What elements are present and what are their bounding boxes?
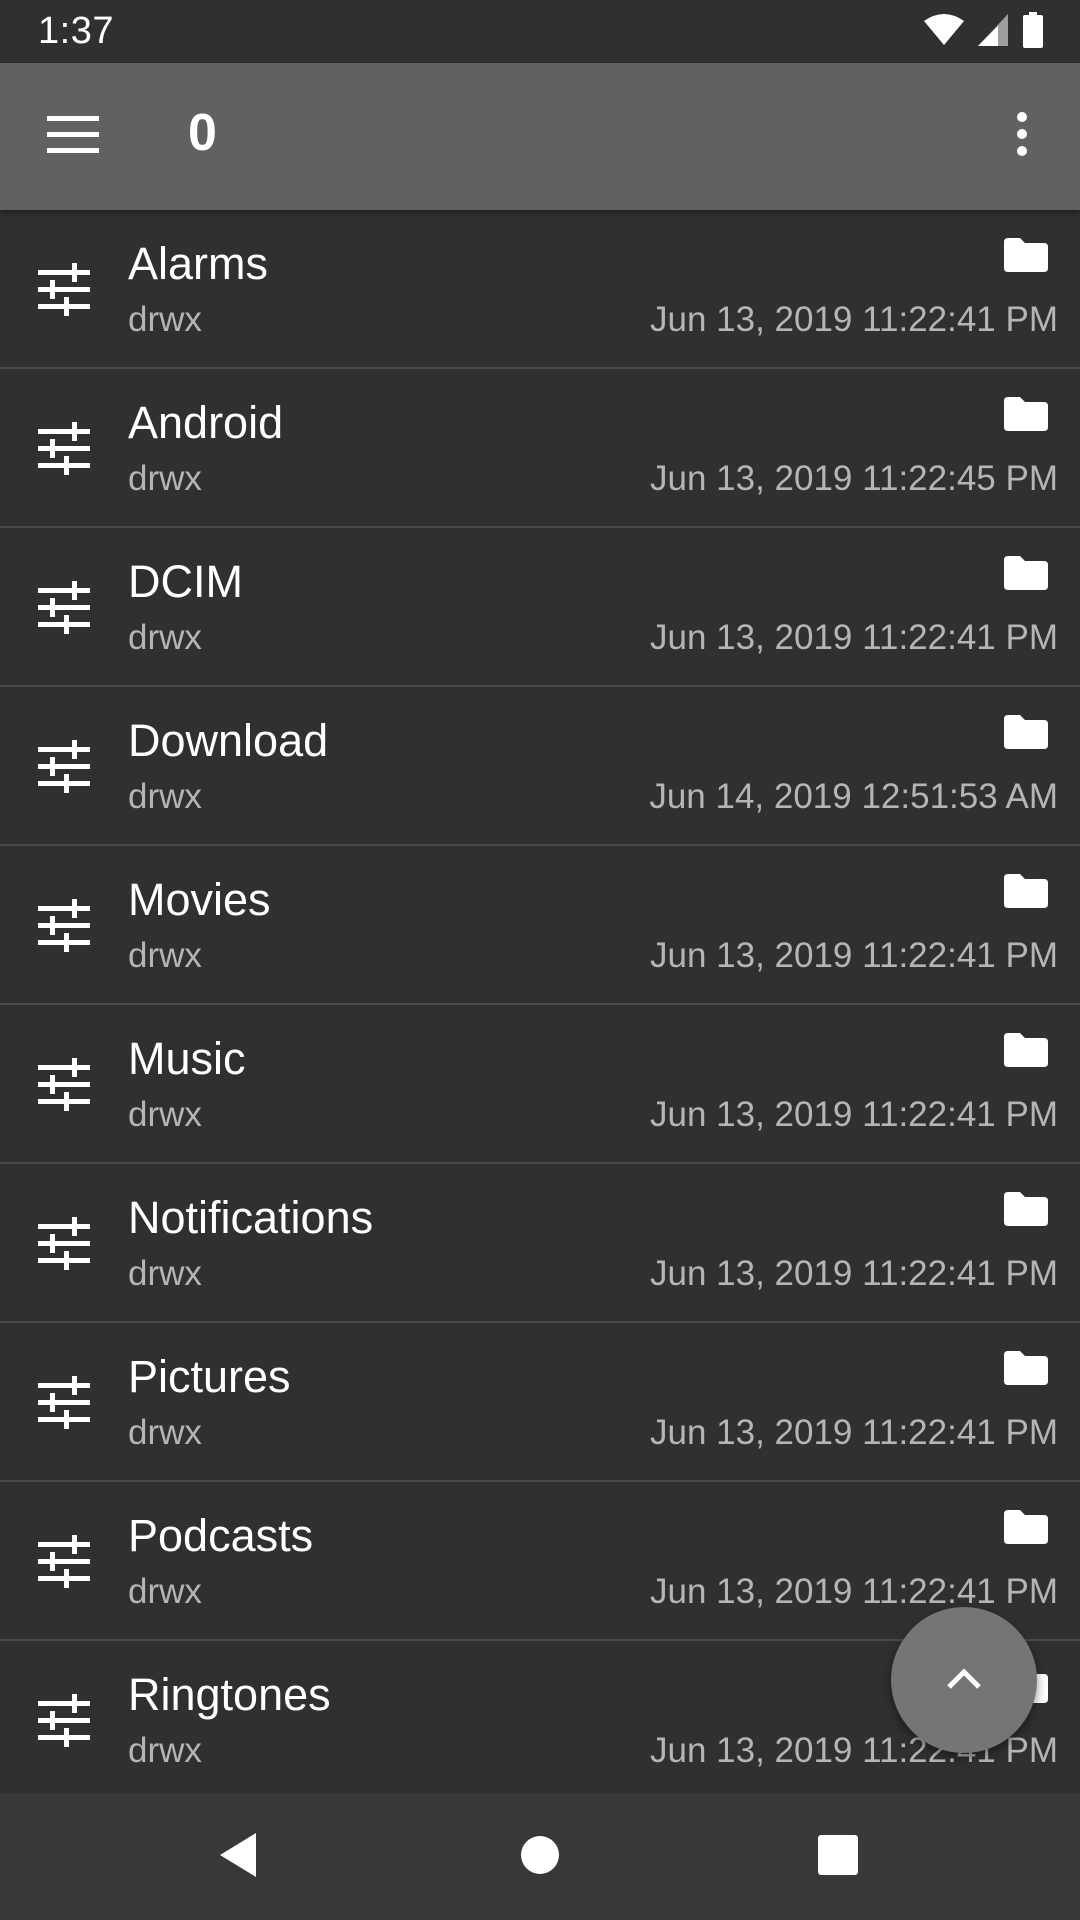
app-bar: 0 bbox=[0, 63, 1080, 210]
file-row-notifications[interactable]: Notifications drwx Jun 13, 2019 11:22:41… bbox=[0, 1164, 1080, 1323]
file-name: Music bbox=[128, 1033, 246, 1084]
folder-icon bbox=[1004, 715, 1048, 749]
tune-sliders-icon[interactable] bbox=[36, 421, 92, 477]
file-date: Jun 13, 2019 11:22:41 PM bbox=[650, 300, 1058, 339]
file-name: Pictures bbox=[128, 1351, 291, 1402]
file-permissions: drwx bbox=[128, 300, 202, 339]
file-list: Alarms drwx Jun 13, 2019 11:22:41 PM And… bbox=[0, 210, 1080, 1793]
file-row-alarms[interactable]: Alarms drwx Jun 13, 2019 11:22:41 PM bbox=[0, 210, 1080, 369]
file-name: Podcasts bbox=[128, 1510, 314, 1561]
tune-sliders-icon[interactable] bbox=[36, 262, 92, 318]
file-name: Android bbox=[128, 397, 284, 448]
file-row-android[interactable]: Android drwx Jun 13, 2019 11:22:45 PM bbox=[0, 369, 1080, 528]
tune-sliders-icon[interactable] bbox=[36, 1216, 92, 1272]
file-date: Jun 13, 2019 11:22:41 PM bbox=[650, 1254, 1058, 1293]
tune-sliders-icon[interactable] bbox=[36, 1534, 92, 1590]
file-row-music[interactable]: Music drwx Jun 13, 2019 11:22:41 PM bbox=[0, 1005, 1080, 1164]
file-row-movies[interactable]: Movies drwx Jun 13, 2019 11:22:41 PM bbox=[0, 846, 1080, 1005]
page-title: 0 bbox=[188, 104, 217, 162]
file-permissions: drwx bbox=[128, 777, 202, 816]
hamburger-menu-icon bbox=[47, 114, 99, 159]
status-time: 1:37 bbox=[38, 10, 114, 52]
wifi-icon bbox=[924, 13, 964, 51]
tune-sliders-icon[interactable] bbox=[36, 1057, 92, 1113]
file-permissions: drwx bbox=[128, 1254, 202, 1293]
file-permissions: drwx bbox=[128, 936, 202, 975]
back-icon bbox=[216, 1831, 260, 1884]
cell-signal-icon bbox=[978, 13, 1008, 51]
system-nav-bar bbox=[0, 1793, 1080, 1920]
file-name: DCIM bbox=[128, 556, 243, 607]
folder-icon bbox=[1004, 1033, 1048, 1067]
folder-icon bbox=[1004, 874, 1048, 908]
tune-sliders-icon[interactable] bbox=[36, 739, 92, 795]
home-icon bbox=[520, 1835, 560, 1880]
folder-icon bbox=[1004, 1351, 1048, 1385]
file-date: Jun 13, 2019 11:22:41 PM bbox=[650, 1095, 1058, 1134]
file-permissions: drwx bbox=[128, 618, 202, 657]
menu-button[interactable] bbox=[28, 91, 118, 181]
scroll-to-top-button[interactable] bbox=[891, 1607, 1037, 1753]
status-icons bbox=[924, 11, 1044, 53]
file-row-download[interactable]: Download drwx Jun 14, 2019 12:51:53 AM bbox=[0, 687, 1080, 846]
file-name: Download bbox=[128, 715, 329, 766]
file-date: Jun 13, 2019 11:22:45 PM bbox=[650, 459, 1058, 498]
file-permissions: drwx bbox=[128, 1572, 202, 1611]
battery-icon bbox=[1022, 11, 1044, 53]
file-name: Ringtones bbox=[128, 1669, 331, 1720]
folder-icon bbox=[1004, 556, 1048, 590]
file-date: Jun 14, 2019 12:51:53 AM bbox=[649, 777, 1058, 816]
file-date: Jun 13, 2019 11:22:41 PM bbox=[650, 1572, 1058, 1611]
tune-sliders-icon[interactable] bbox=[36, 1375, 92, 1431]
file-date: Jun 13, 2019 11:22:41 PM bbox=[650, 1413, 1058, 1452]
home-button[interactable] bbox=[504, 1821, 576, 1893]
file-permissions: drwx bbox=[128, 1095, 202, 1134]
recents-icon bbox=[817, 1834, 859, 1881]
file-name: Alarms bbox=[128, 238, 269, 289]
file-permissions: drwx bbox=[128, 459, 202, 498]
file-row-pictures[interactable]: Pictures drwx Jun 13, 2019 11:22:41 PM bbox=[0, 1323, 1080, 1482]
overflow-menu-button[interactable] bbox=[982, 91, 1062, 181]
back-button[interactable] bbox=[202, 1821, 274, 1893]
file-name: Movies bbox=[128, 874, 271, 925]
tune-sliders-icon[interactable] bbox=[36, 1693, 92, 1749]
file-date: Jun 13, 2019 11:22:41 PM bbox=[650, 936, 1058, 975]
status-bar: 1:37 bbox=[0, 0, 1080, 63]
folder-icon bbox=[1004, 1192, 1048, 1226]
tune-sliders-icon[interactable] bbox=[36, 580, 92, 636]
chevron-up-icon bbox=[946, 1666, 982, 1695]
file-permissions: drwx bbox=[128, 1413, 202, 1452]
tune-sliders-icon[interactable] bbox=[36, 898, 92, 954]
file-permissions: drwx bbox=[128, 1731, 202, 1770]
file-name: Notifications bbox=[128, 1192, 374, 1243]
folder-icon bbox=[1004, 397, 1048, 431]
folder-icon bbox=[1004, 238, 1048, 272]
recents-button[interactable] bbox=[802, 1821, 874, 1893]
file-date: Jun 13, 2019 11:22:41 PM bbox=[650, 618, 1058, 657]
file-row-dcim[interactable]: DCIM drwx Jun 13, 2019 11:22:41 PM bbox=[0, 528, 1080, 687]
file-row-podcasts[interactable]: Podcasts drwx Jun 13, 2019 11:22:41 PM bbox=[0, 1482, 1080, 1641]
more-vert-icon bbox=[1016, 111, 1028, 161]
folder-icon bbox=[1004, 1510, 1048, 1544]
